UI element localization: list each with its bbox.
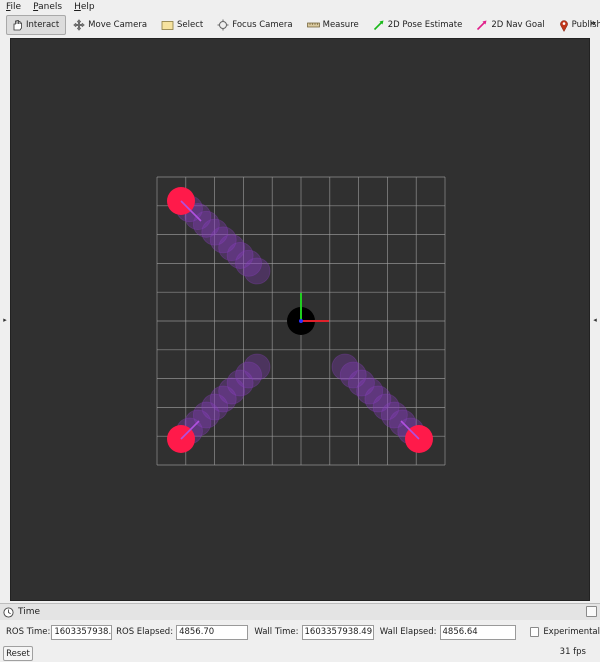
3d-viewport[interactable] [10,38,590,601]
ros-time-label: ROS Time: [6,627,51,637]
menu-file[interactable]: File [0,1,27,13]
menu-file-label: ile [10,1,22,12]
time-panel-row: ROS Time: 1603357938.46 ROS Elapsed: 485… [0,622,600,642]
clock-icon [3,606,14,618]
wall-elapsed-label: Wall Elapsed: [379,627,437,637]
hand-icon [13,20,22,31]
wall-time-label: Wall Time: [254,627,299,637]
focus-camera-tool-button[interactable]: Focus Camera [212,15,299,35]
z-axis [299,319,303,323]
caret-left-icon: ◂ [593,315,597,324]
nav-goal-tool-label: 2D Nav Goal [491,20,545,30]
reset-button[interactable]: Reset [3,646,33,661]
nav-goal-tool-button[interactable]: 2D Nav Goal [471,15,551,35]
ros-time-field[interactable]: 1603357938.46 [51,624,113,640]
map-pin-icon [559,19,568,32]
interact-tool-label: Interact [26,20,60,30]
trail-pose-marker [243,353,271,381]
select-tool-label: Select [177,20,204,30]
wall-elapsed-field[interactable]: 4856.64 [439,624,516,640]
measure-tool-label: Measure [322,20,359,30]
fps-readout: 31 fps [559,647,586,657]
ros-elapsed-field[interactable]: 4856.70 [176,624,249,640]
interact-tool-button[interactable]: Interact [6,15,67,35]
wall-time-field[interactable]: 1603357938.49 [301,624,374,640]
undock-panel-button[interactable] [586,606,597,617]
green-arrow-icon [373,20,384,31]
pose-estimate-tool-button[interactable]: 2D Pose Estimate [368,15,470,35]
origin-frame [287,293,329,335]
3d-scene[interactable] [11,39,589,600]
render-panel: ▸ ◂ [0,37,600,602]
tool-bar: Interact Move Camera Select Focus Camera… [0,13,600,37]
trail-pose-marker [243,257,271,285]
right-dock-toggle[interactable]: ◂ [590,37,600,602]
magenta-arrow-icon [477,20,487,31]
select-tool-button[interactable]: Select [156,15,210,35]
measure-tool-button[interactable]: Measure [302,15,366,35]
experimental-checkbox[interactable] [529,627,540,637]
time-panel-title: Time [18,607,41,617]
menu-panels-label: anels [38,1,63,12]
left-dock-toggle[interactable]: ▸ [0,37,10,602]
focus-target-icon [217,19,229,31]
menu-help[interactable]: Help [68,1,101,13]
menu-panels[interactable]: Panels [27,1,68,13]
move-camera-tool-button[interactable]: Move Camera [68,15,154,35]
ros-elapsed-label: ROS Elapsed: [116,627,174,637]
focus-camera-tool-label: Focus Camera [232,20,293,30]
time-panel-header: Time [0,603,600,620]
move-camera-tool-label: Move Camera [88,20,148,30]
select-box-icon [161,20,174,30]
experimental-label: Experimental [543,627,600,637]
menu-help-label: elp [80,1,95,12]
ruler-icon [306,22,320,28]
caret-right-icon: ▸ [3,315,7,324]
trail-pose-marker [331,353,359,381]
pose-estimate-tool-label: 2D Pose Estimate [387,20,463,30]
menu-bar: File Panels Help [0,0,600,13]
move-arrows-icon [73,19,85,31]
toolbar-overflow-button[interactable]: » [590,18,596,29]
menu-help-mnemonic: H [74,1,81,12]
